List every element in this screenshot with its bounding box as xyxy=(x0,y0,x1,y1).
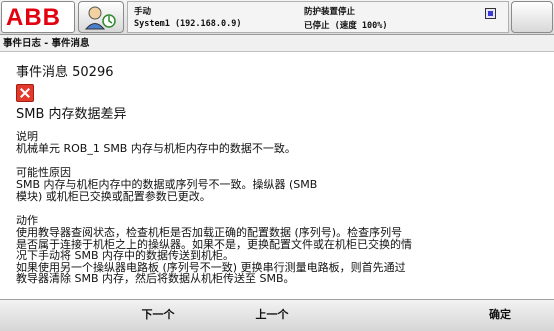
task-status-icon[interactable] xyxy=(485,8,496,19)
description-text: 机械单元 ROB_1 SMB 内存与机柜内存中的数据不一致。 xyxy=(16,142,296,155)
message-subject: SMB 内存数据差异 xyxy=(16,107,127,122)
system-name: System1 (192.168.0.9) xyxy=(134,19,242,29)
program-state: 已停止 (速度 100%) xyxy=(304,21,388,31)
quickset-button[interactable] xyxy=(78,1,124,33)
user-icon xyxy=(84,6,116,30)
event-message-panel: 事件消息 50296 SMB 内存数据差异 说明 机械单元 ROB_1 SMB … xyxy=(0,53,554,298)
message-title: 事件消息 50296 xyxy=(16,65,114,80)
error-icon xyxy=(16,84,34,102)
top-status-bar: ABB 手动 System1 (192.168.0.9) 防护装置停止 已停止 … xyxy=(0,0,554,35)
ok-button[interactable]: 确定 xyxy=(460,300,540,331)
abb-logo: ABB xyxy=(6,4,61,31)
operating-mode: 手动 xyxy=(134,7,152,17)
controller-state: 防护装置停止 xyxy=(304,7,356,17)
action-text: 使用教导器查阅状态，检查机柜是否加载正确的配置数据 (序列号)。检查序列号 是否… xyxy=(16,226,412,285)
close-window-button[interactable] xyxy=(511,1,553,33)
cause-text: SMB 内存与机柜内存中的数据或序列号不一致。操纵器 (SMB 模块) 或机柜已… xyxy=(16,178,318,203)
breadcrumb: 事件日志 - 事件消息 xyxy=(0,35,554,52)
status-area[interactable]: 手动 System1 (192.168.0.9) 防护装置停止 已停止 (速度 … xyxy=(127,1,509,33)
next-button[interactable]: 下一个 xyxy=(118,300,198,331)
previous-button[interactable]: 上一个 xyxy=(232,300,312,331)
abb-menu-button[interactable]: ABB xyxy=(1,1,75,33)
command-bar: 下一个 上一个 确定 xyxy=(0,299,554,331)
